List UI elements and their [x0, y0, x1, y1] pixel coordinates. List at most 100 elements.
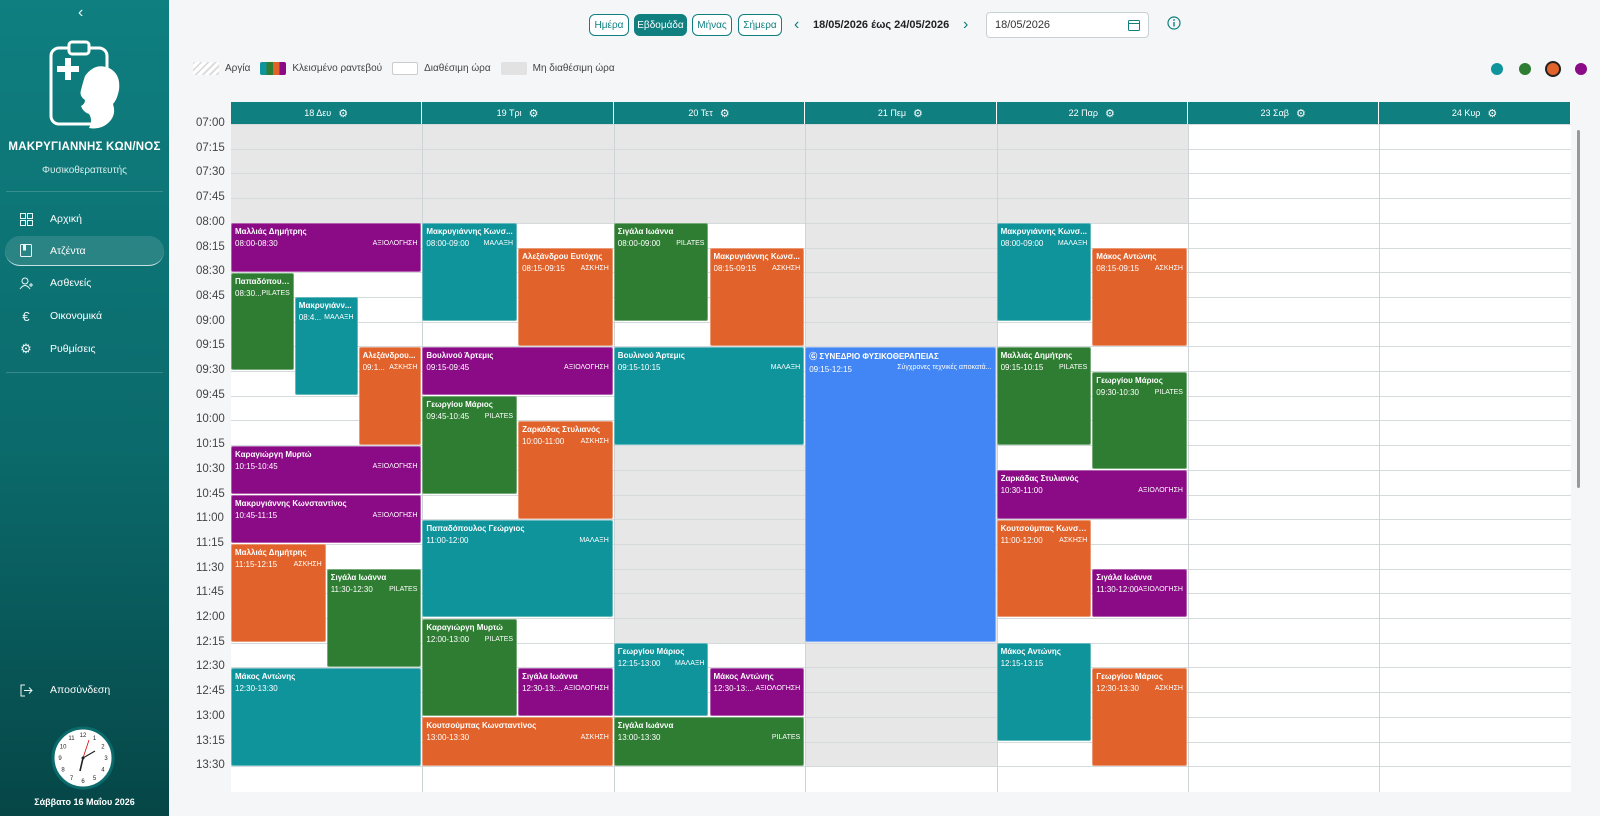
- appointment-patient-name: Ζαρκάδας Στυλιανός: [522, 424, 601, 434]
- appointment-patient-name: Μαλλιάς Δημήτρης: [235, 227, 307, 237]
- day-settings-gear-icon[interactable]: ⚙: [1296, 107, 1306, 120]
- appointment-type: ΑΣΚΗΣΗ: [772, 265, 801, 272]
- legend-booked: Κλεισμένο ραντεβού: [260, 62, 382, 75]
- appointment-card[interactable]: Αλεξάνδρου Ευτύχης 08:15-09:15 ΑΣΚΗΣΗ: [518, 248, 613, 346]
- appointment-card[interactable]: Παπαδόπουλος Γεώργιος 11:00-12:00 ΜΑΛΑΞΗ: [422, 519, 613, 618]
- appointment-card[interactable]: Γεωργίου Μάριος 09:45-10:45 PILATES: [422, 396, 518, 494]
- appointment-patient-name: Κουτσούμπας Κωνσταντίνος: [426, 721, 537, 731]
- appointment-card[interactable]: Σιγάλα Ιωάννα 11:30-12:30 PILATES: [326, 569, 422, 667]
- appointment-patient-name: Σιγάλα Ιωάννα: [1096, 573, 1152, 583]
- time-label: 13:30: [196, 759, 225, 772]
- legend: Αργία Κλεισμένο ραντεβού Διαθέσιμη ώρα Μ…: [193, 62, 625, 75]
- time-row-line: [231, 173, 1571, 175]
- appointment-patient-name: Κουτσούμπας Κωνστ...: [1000, 523, 1088, 533]
- calendar-grid[interactable]: Μαλλιάς Δημήτρης 08:00-08:30 ΑΞΙΟΛΟΓΗΣΗ Παπ…: [231, 124, 1571, 792]
- day-settings-gear-icon[interactable]: ⚙: [529, 107, 539, 120]
- view-week-button[interactable]: Εβδομάδα: [634, 14, 687, 36]
- nav-item-patients[interactable]: Ασθενείς: [5, 268, 164, 298]
- appointment-card[interactable]: Μαλλιάς Δημήτρης 09:15-10:15 PILATES: [996, 346, 1092, 445]
- date-picker-input[interactable]: 18/05/2026: [986, 12, 1149, 38]
- appointment-card[interactable]: Μακρυγιάννης Κωνσ... 08:00-09:00 ΜΑΛΑΞΗ: [422, 223, 518, 322]
- day-header[interactable]: 23 Σαβ ⚙: [1188, 102, 1380, 124]
- appointment-card[interactable]: Γεωργίου Μάριος 12:30-13:30 ΑΣΚΗΣΗ: [1092, 667, 1187, 766]
- appointment-patient-name: Ζαρκάδας Στυλιανός: [1000, 474, 1079, 484]
- calendar-picker-icon[interactable]: [1128, 19, 1140, 31]
- clock-number: 11: [68, 736, 75, 742]
- filter-dot-green[interactable]: [1519, 63, 1531, 75]
- day-settings-gear-icon[interactable]: ⚙: [338, 107, 348, 120]
- nav-item-home[interactable]: Αρχική: [5, 204, 164, 234]
- appointment-patient-name: Γεωργίου Μάριος: [617, 647, 685, 657]
- appointment-card[interactable]: Κουτσούμπας Κωνσταντίνος 13:00-13:30 ΑΣΚΗΣ…: [422, 717, 613, 766]
- collapse-sidebar-icon[interactable]: ‹: [78, 4, 83, 22]
- appointment-card[interactable]: Σιγάλα Ιωάννα 11:30-12:00 ΑΞΙΟΛΟΓΗΣΗ: [1092, 569, 1187, 618]
- time-label: 12:00: [196, 611, 225, 623]
- appointment-card[interactable]: Ⓖ ΣΥΝΕΔΡΙΟ ΦΥΣΙΚΟΘΕΡΑΠΕΙΑΣ 09:15-12:15 Σύγ…: [805, 346, 996, 643]
- appointment-type: Σύγχρονες τεχνικές αποκατά...: [897, 363, 992, 371]
- appointment-card[interactable]: Μακρυγιάννης Κωνσταντίνος 10:45-11:15 ΑΞΙΟ…: [231, 495, 422, 544]
- appointment-type: ΑΞΙΟΛΟΓΗΣΗ: [372, 462, 418, 470]
- filter-dot-orange[interactable]: [1547, 63, 1559, 75]
- appointment-card[interactable]: Βουλινού Άρτεμις 09:15-09:45 ΑΞΙΟΛΟΓΗΣΗ: [422, 346, 613, 396]
- color-filter-dots: [1491, 63, 1600, 75]
- appointment-card[interactable]: Παπαδόπουλ... 08:30... PILATES: [231, 272, 294, 371]
- appointment-card[interactable]: Μάκος Αντώνης 12:30-13:... ΑΞΙΟΛΟΓΗΣΗ: [709, 667, 805, 717]
- day-header[interactable]: 24 Κυρ ⚙: [1379, 102, 1571, 124]
- filter-dot-teal[interactable]: [1491, 63, 1503, 75]
- time-label: 10:30: [196, 462, 225, 475]
- appointment-card[interactable]: Μακρυγιάννης Κωνσ... 08:00-09:00 ΜΑΛΑΞΗ: [996, 223, 1092, 322]
- appointment-card[interactable]: Αλεξάνδρου... 09:1... ΑΣΚΗΣΗ: [358, 346, 422, 445]
- appointment-card[interactable]: Μαλλιάς Δημήτρης 08:00-08:30 ΑΞΙΟΛΟΓΗΣΗ: [231, 223, 422, 272]
- booked-swatch: [260, 62, 287, 75]
- day-header[interactable]: 20 Τετ ⚙: [613, 102, 806, 124]
- day-settings-gear-icon[interactable]: ⚙: [1105, 107, 1115, 120]
- nav-item-agenda[interactable]: Ατζέντα: [5, 236, 164, 266]
- day-header-label: 18 Δευ: [304, 108, 332, 118]
- day-settings-gear-icon[interactable]: ⚙: [720, 107, 730, 120]
- day-column-line: [1379, 124, 1381, 792]
- nav-item-finance[interactable]: € Οικονομικά: [5, 301, 164, 331]
- appointment-card[interactable]: Καραγιώργη Μυρτώ 10:15-10:45 ΑΞΙΟΛΟΓΗΣΗ: [231, 445, 422, 494]
- appointment-card[interactable]: Γεωργίου Μάριος 12:15-13:00 ΜΑΛΑΞΗ: [613, 643, 709, 717]
- appointment-card[interactable]: Μάκος Αντώνης 12:15-13:15: [996, 643, 1092, 741]
- sidebar: ‹ ΜΑΚΡΥΓΙΑΝΝΗΣ ΚΩΝ/ΝΟΣ Φυσικοθεραπευτής …: [0, 0, 169, 816]
- next-week-icon[interactable]: ›: [963, 14, 968, 36]
- appointment-card[interactable]: Μάκος Αντώνης 12:30-13:30: [231, 667, 422, 766]
- appointment-card[interactable]: Καραγιώργη Μυρτώ 12:00-13:00 PILATES: [422, 618, 518, 717]
- appointment-type: PILATES: [484, 413, 514, 421]
- today-button[interactable]: Σήμερα: [738, 14, 782, 36]
- divider: [6, 191, 163, 192]
- appointment-card[interactable]: Ζαρκάδας Στυλιανός 10:00-11:00 ΑΣΚΗΣΗ: [518, 420, 613, 519]
- time-label: 10:15: [196, 438, 225, 451]
- appointment-card[interactable]: Μακρυγιάννης Κωνσ... 08:15-09:15 ΑΣΚΗΣΗ: [709, 248, 805, 346]
- calendar-scrollbar[interactable]: [1577, 130, 1580, 488]
- logout-button[interactable]: Αποσύνδεση: [5, 675, 164, 705]
- day-header[interactable]: 21 Πεμ ⚙: [805, 102, 997, 124]
- appointment-card[interactable]: Ζαρκάδας Στυλιανός 10:30-11:00 ΑΞΙΟΛΟΓΗΣΗ: [996, 470, 1187, 519]
- appointment-patient-name: Σιγάλα Ιωάννα: [617, 227, 674, 237]
- appointment-card[interactable]: Σιγάλα Ιωάννα 13:00-13:30 PILATES: [613, 717, 805, 766]
- day-header[interactable]: 19 Τρι ⚙: [422, 102, 614, 124]
- day-header[interactable]: 18 Δευ ⚙: [231, 102, 423, 124]
- appointment-card[interactable]: Σιγάλα Ιωάννα 08:00-09:00 PILATES: [613, 223, 709, 322]
- appointment-card[interactable]: Βουλινού Άρτεμις 09:15-10:15 ΜΑΛΑΞΗ: [613, 346, 805, 445]
- day-settings-gear-icon[interactable]: ⚙: [1487, 107, 1497, 120]
- appointment-type: PILATES: [771, 734, 801, 742]
- info-icon[interactable]: [1167, 16, 1181, 30]
- filter-dot-purple[interactable]: [1575, 63, 1587, 75]
- nav-item-settings[interactable]: ⚙ Ρυθμίσεις: [5, 334, 164, 364]
- day-header[interactable]: 22 Παρ ⚙: [996, 102, 1188, 124]
- day-settings-gear-icon[interactable]: ⚙: [913, 107, 923, 120]
- appointment-card[interactable]: Μαλλιάς Δημήτρης 11:15-12:15 ΑΣΚΗΣΗ: [231, 544, 326, 643]
- time-label: 11:45: [196, 586, 224, 599]
- appointment-card[interactable]: Κουτσούμπας Κωνστ... 11:00-12:00 ΑΣΚΗΣΗ: [996, 519, 1092, 618]
- appointment-card[interactable]: Γεωργίου Μάριος 09:30-10:30 PILATES: [1092, 371, 1187, 470]
- appointment-card[interactable]: Μακρυγιάνν... 08:4... ΜΑΛΑΞΗ: [294, 297, 358, 396]
- view-day-button[interactable]: Ημέρα: [589, 14, 629, 36]
- view-month-button[interactable]: Μήνας: [692, 14, 732, 36]
- appointment-type: ΑΣΚΗΣΗ: [580, 265, 609, 272]
- appointment-card[interactable]: Μάκος Αντώνης 08:15-09:15 ΑΣΚΗΣΗ: [1092, 248, 1187, 346]
- prev-week-icon[interactable]: ‹: [794, 14, 799, 36]
- appointment-card[interactable]: Σιγάλα Ιωάννα 12:30-13:... ΑΞΙΟΛΟΓΗΣΗ: [518, 667, 613, 717]
- appointment-patient-name: Σιγάλα Ιωάννα: [522, 671, 578, 681]
